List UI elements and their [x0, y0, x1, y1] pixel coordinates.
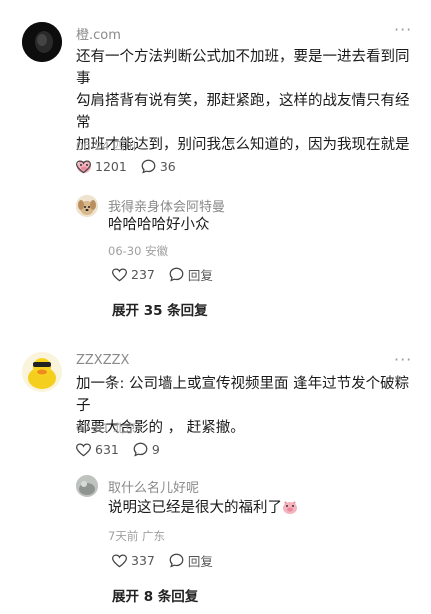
- comment-location: 北京: [113, 421, 137, 435]
- reply-button[interactable]: 9: [133, 442, 160, 457]
- reply-label: 回复: [187, 268, 213, 283]
- reply-count: 36: [159, 159, 176, 174]
- avatar-image: [22, 22, 62, 62]
- comment-meta: 06-24 四川: [76, 138, 136, 154]
- reply-username[interactable]: 我得亲身体会阿特曼: [108, 196, 225, 215]
- more-options-icon[interactable]: ···: [394, 352, 412, 368]
- expand-replies-button[interactable]: 展开 35 条回复: [112, 299, 208, 319]
- comment-text-line: 加一条: 公司墙上或宣传视频里面 逢年过节发个破粽子: [76, 376, 410, 414]
- comment-date: 07-01: [76, 421, 110, 435]
- reply-like-button[interactable]: 337: [112, 553, 155, 568]
- avatar[interactable]: [22, 22, 62, 62]
- comment-bubble-icon: [169, 267, 184, 282]
- comment-bubble-icon: [169, 553, 184, 568]
- reply-actions: 237 回复: [112, 265, 227, 284]
- reply-like-count: 337: [131, 553, 155, 568]
- reply-label: 回复: [187, 554, 213, 569]
- reply-text: 说明这已经是很大的福利了: [108, 497, 298, 519]
- like-button[interactable]: 1201: [76, 159, 127, 174]
- like-count: 631: [95, 442, 119, 457]
- comment-bubble-icon: [141, 159, 156, 174]
- reply-username[interactable]: 取什么名儿好呢: [108, 477, 199, 496]
- comment-2: ZZXZZX ··· 加一条: 公司墙上或宣传视频里面 逢年过节发个破粽子 都要…: [0, 330, 431, 614]
- comment-1: 橙.com ··· 还有一个方法判断公式加不加班，要是一进去看到同事 勾肩搭背有…: [0, 0, 431, 330]
- comment-text-line: 还有一个方法判断公式加不加班，要是一进去看到同事: [76, 49, 410, 87]
- expand-replies-button[interactable]: 展开 8 条回复: [112, 585, 198, 605]
- comment-actions: 1201 36: [76, 159, 190, 174]
- reply-avatar[interactable]: [76, 195, 98, 217]
- comment-text-line: 勾肩搭背有说有笑，那赶紧跑，这样的战友情只有经常: [76, 93, 410, 131]
- reply-like-button[interactable]: 237: [112, 267, 155, 282]
- like-count: 1201: [95, 159, 127, 174]
- heart-icon: [112, 553, 127, 567]
- photo-avatar-image: [76, 475, 98, 497]
- reply-date: 06-30: [108, 244, 142, 258]
- dog-avatar-image: [76, 195, 98, 217]
- pig-emoji-icon: [283, 501, 297, 514]
- more-options-icon[interactable]: ···: [394, 22, 412, 38]
- reply-count: 9: [151, 442, 160, 457]
- comment-meta: 07-01 北京: [76, 420, 136, 436]
- reply-reply-button[interactable]: 回复: [169, 265, 213, 284]
- reply-meta: 06-30 安徽: [108, 243, 168, 259]
- reply-meta: 7天前 广东: [108, 528, 165, 544]
- reply-actions: 337 回复: [112, 551, 227, 570]
- comment-username[interactable]: 橙.com: [76, 24, 121, 43]
- reply-button[interactable]: 36: [141, 159, 176, 174]
- like-button[interactable]: 631: [76, 442, 119, 457]
- reply-text-content: 说明这已经是很大的福利了: [108, 500, 282, 516]
- reply-location: 广东: [141, 529, 165, 543]
- heart-icon: [76, 442, 91, 456]
- heart-icon: [112, 267, 127, 281]
- reply-location: 安徽: [145, 244, 169, 258]
- comment-username[interactable]: ZZXZZX: [76, 353, 129, 368]
- reply-date: 7天前: [108, 529, 139, 543]
- reply-like-count: 237: [131, 267, 155, 282]
- heart-icon: [76, 159, 91, 173]
- reply-text: 哈哈哈哈好小众: [108, 217, 210, 233]
- comment-actions: 631 9: [76, 442, 174, 457]
- avatar[interactable]: [22, 352, 62, 392]
- comment-date: 06-24: [76, 139, 110, 153]
- comment-bubble-icon: [133, 442, 148, 457]
- duck-avatar-image: [22, 352, 62, 392]
- comment-location: 四川: [113, 139, 137, 153]
- reply-avatar[interactable]: [76, 475, 98, 497]
- reply-reply-button[interactable]: 回复: [169, 551, 213, 570]
